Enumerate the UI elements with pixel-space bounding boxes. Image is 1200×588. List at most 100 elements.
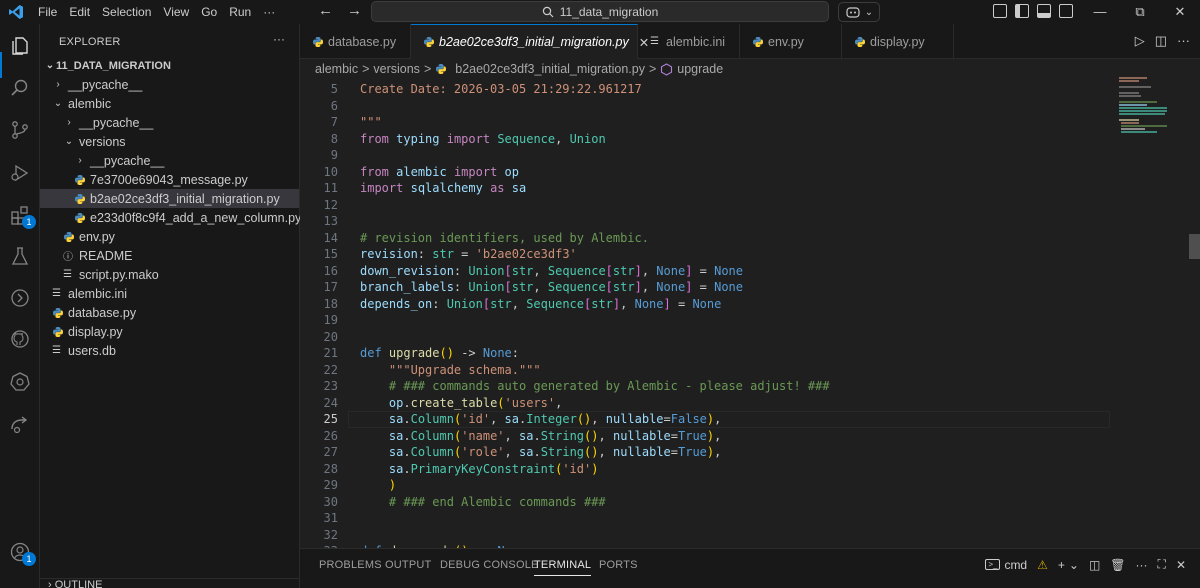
terminal-name[interactable]: cmd (1004, 558, 1027, 572)
line-number: 28 (323, 461, 338, 476)
menu-view[interactable]: View (157, 5, 195, 19)
tree-item[interactable]: ⓘ README (40, 246, 299, 265)
minimap[interactable] (1117, 74, 1187, 134)
new-terminal-icon[interactable]: + (1058, 558, 1065, 572)
restore-button[interactable]: ⧉ (1120, 0, 1160, 24)
search-icon[interactable] (8, 76, 32, 100)
split-editor-icon[interactable]: ◫ (1155, 33, 1167, 49)
code-editor[interactable]: 5 Create Date: 2026-03-05 21:29:22.961217… (300, 79, 1200, 549)
breadcrumb-versions[interactable]: versions (373, 62, 420, 76)
maximize-panel-icon[interactable]: ⛶ (1158, 557, 1166, 572)
breadcrumb-alembic[interactable]: alembic (315, 62, 358, 76)
remote-explorer-icon[interactable] (8, 412, 32, 436)
github-icon[interactable] (8, 327, 32, 351)
tree-item[interactable]: ⌄ alembic (40, 94, 299, 113)
tab-env[interactable]: env.py (740, 24, 842, 59)
testing-icon[interactable] (8, 244, 32, 268)
split-terminal-icon[interactable]: ◫ (1089, 558, 1100, 572)
tree-item[interactable]: e233d0f8c9f4_add_a_new_column.py (40, 208, 301, 227)
code-line: 6 (300, 98, 1190, 115)
line-number: 16 (323, 263, 338, 278)
code-line: 16 down_revision: Union[str, Sequence[str… (300, 263, 1190, 280)
copilot-button[interactable]: ⌄ (838, 2, 880, 22)
trash-icon[interactable]: 🗑 (1110, 558, 1125, 572)
close-panel-icon[interactable]: ✕ (1176, 558, 1186, 572)
tree-item[interactable]: › __pycache__ (40, 151, 299, 170)
tree-item-label: alembic (68, 96, 112, 111)
toggle-secondary-sidebar-icon[interactable] (1059, 4, 1073, 18)
toggle-sidebar-icon[interactable] (1015, 4, 1029, 18)
tree-item[interactable]: ☰ users.db (40, 341, 299, 360)
tree-item[interactable]: database.py (40, 303, 299, 322)
github-actions-icon[interactable] (8, 286, 32, 310)
breadcrumb-separator: > (648, 62, 657, 76)
tab-alembic-ini[interactable]: ☰ alembic.ini (638, 24, 740, 59)
panel-tab-debug-console[interactable]: DEBUG CONSOLE (440, 559, 539, 571)
accounts-icon[interactable]: 1 (8, 540, 36, 566)
close-window-button[interactable]: ✕ (1160, 0, 1200, 24)
menu-edit[interactable]: Edit (63, 5, 96, 19)
source-control-icon[interactable] (8, 118, 32, 142)
tree-item[interactable]: ☰ alembic.ini (40, 284, 299, 303)
tree-item[interactable]: ☰ script.py.mako (40, 265, 299, 284)
run-debug-icon[interactable] (8, 161, 32, 185)
customize-layout-icon[interactable] (993, 4, 1007, 18)
toggle-panel-icon[interactable] (1037, 4, 1051, 18)
line-number: 14 (323, 230, 338, 245)
line-number: 13 (323, 214, 338, 228)
code-line: 8 from typing import Sequence, Union (300, 131, 1190, 148)
tree-item-label: env.py (79, 229, 115, 244)
chevron-down-icon: ⌄ (864, 6, 874, 18)
tab-database[interactable]: database.py (300, 24, 411, 59)
command-center[interactable]: 11_data_migration (371, 1, 829, 22)
breadcrumb-symbol[interactable]: upgrade (677, 62, 723, 76)
tree-item[interactable]: env.py (40, 227, 299, 246)
workspace-root[interactable]: ⌄ 11_DATA_MIGRATION (40, 56, 299, 75)
line-number: 29 (323, 478, 338, 492)
chevron-down-icon[interactable]: ⌄ (1069, 558, 1079, 572)
menu-selection[interactable]: Selection (96, 5, 157, 19)
tree-item-label: users.db (68, 343, 116, 358)
explorer-more-button[interactable]: ··· (273, 32, 285, 46)
more-actions-icon[interactable]: ··· (1136, 558, 1148, 572)
tree-item[interactable]: › __pycache__ (40, 113, 299, 132)
extensions-icon[interactable]: 1 (8, 203, 36, 229)
chevron-down-icon: ⌄ (53, 98, 63, 109)
tree-item[interactable]: display.py (40, 322, 299, 341)
command-center-label: 11_data_migration (559, 4, 659, 19)
tab-initial-migration[interactable]: b2ae02ce3df3_initial_migration.py ✕ (411, 24, 649, 59)
run-file-icon[interactable]: ▷ (1135, 33, 1145, 49)
line-number: 24 (323, 395, 338, 410)
tree-item[interactable]: ⌄ versions (40, 132, 299, 151)
python-file-icon (854, 36, 866, 48)
warning-icon: ⚠ (1037, 557, 1048, 572)
panel-tab-problems[interactable]: PROBLEMS (319, 559, 382, 571)
code-line: 25 sa.Column('id', sa.Integer(), nullabl… (300, 411, 1190, 428)
tree-item[interactable]: › __pycache__ (40, 75, 299, 94)
code-line: 9 (300, 147, 1190, 164)
tree-item[interactable]: 7e3700e69043_message.py (40, 170, 299, 189)
menu-file[interactable]: File (32, 5, 63, 19)
accounts-badge: 1 (22, 552, 36, 566)
more-actions-icon[interactable]: ··· (1177, 33, 1190, 49)
menu-run[interactable]: Run (223, 5, 257, 19)
tree-item[interactable]: b2ae02ce3df3_initial_migration.py (40, 189, 299, 208)
editor-scrollbar[interactable] (1189, 234, 1200, 259)
chevron-right-icon: › (67, 117, 71, 128)
panel-tab-output[interactable]: OUTPUT (385, 559, 431, 571)
tree-item-label: b2ae02ce3df3_initial_migration.py (90, 191, 280, 206)
forward-button[interactable]: → (347, 2, 362, 19)
panel-tab-ports[interactable]: PORTS (599, 559, 638, 571)
back-button[interactable]: ← (318, 2, 333, 19)
breadcrumb-file[interactable]: b2ae02ce3df3_initial_migration.py (455, 62, 645, 76)
menu-more[interactable]: ··· (257, 5, 281, 19)
minimize-button[interactable]: — (1080, 0, 1120, 24)
panel-tab-terminal[interactable]: TERMINAL (534, 559, 592, 576)
line-number: 27 (323, 445, 338, 459)
menu-go[interactable]: Go (195, 5, 223, 19)
explorer-icon[interactable] (8, 34, 32, 58)
kubernetes-icon[interactable] (8, 370, 32, 394)
code-text: """ (360, 115, 382, 129)
outline-section[interactable]: › OUTLINE (40, 578, 299, 588)
tab-display[interactable]: display.py (842, 24, 954, 59)
